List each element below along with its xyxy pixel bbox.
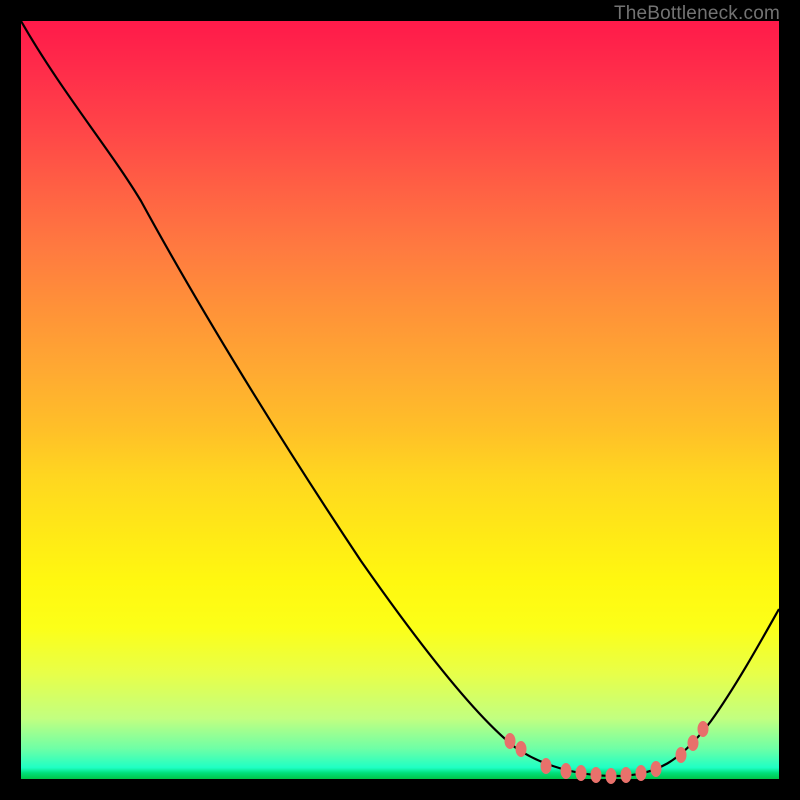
data-dot [606, 768, 617, 784]
data-dot [576, 765, 587, 781]
chart-canvas: TheBottleneck.com [0, 0, 800, 800]
data-dot [651, 761, 662, 777]
data-dot [621, 767, 632, 783]
chart-svg [21, 21, 779, 779]
data-dot [698, 721, 709, 737]
data-dot [505, 733, 516, 749]
data-dot [688, 735, 699, 751]
data-dot [676, 747, 687, 763]
bottleneck-curve [21, 21, 779, 776]
data-dot [591, 767, 602, 783]
data-dot [541, 758, 552, 774]
data-dot [516, 741, 527, 757]
dot-group [505, 721, 709, 784]
data-dot [636, 765, 647, 781]
data-dot [561, 763, 572, 779]
plot-area [21, 21, 779, 779]
